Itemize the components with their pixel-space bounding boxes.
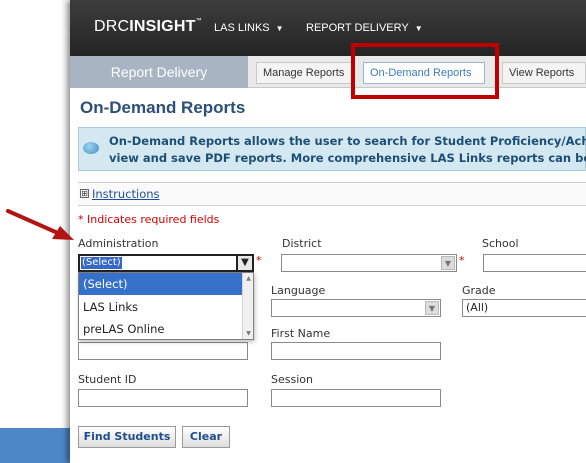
first-name-input[interactable] [271, 342, 441, 360]
scroll-down-icon[interactable]: ▼ [243, 328, 254, 339]
scroll-up-icon[interactable]: ▲ [243, 273, 254, 284]
session-input[interactable] [271, 389, 441, 407]
caret-down-icon: ▼ [414, 24, 423, 33]
info-message-box: On-Demand Reports allows the user to sea… [78, 127, 586, 171]
annotation-highlight-box [351, 43, 499, 99]
administration-dropdown-list: (Select) LAS Links preLAS Online ▲ ▼ [78, 272, 254, 340]
session-label: Session [271, 373, 313, 386]
logo-trademark: ™ [195, 18, 202, 24]
logo-drc-text: DRC [94, 18, 130, 35]
student-id-input[interactable] [78, 389, 248, 407]
page-title: On-Demand Reports [80, 98, 246, 117]
left-margin [0, 0, 70, 463]
required-asterisk: * [256, 254, 262, 267]
language-select[interactable]: ▼ [271, 299, 441, 317]
required-fields-note: * Indicates required fields [78, 213, 220, 226]
school-select[interactable] [483, 254, 586, 272]
required-asterisk: * [459, 254, 465, 267]
drc-insight-logo[interactable]: DRCINSIGHT™ [94, 18, 202, 36]
district-select[interactable]: ▼ [281, 254, 457, 272]
chevron-down-icon[interactable]: ▼ [236, 254, 254, 272]
dropdown-option-las-links[interactable]: LAS Links [79, 296, 243, 318]
dropdown-scrollbar[interactable]: ▲ ▼ [242, 273, 253, 339]
bottom-band-decoration [0, 428, 70, 463]
instructions-panel: ⊞ Instructions [78, 182, 586, 206]
logo-insight-text: INSIGHT [129, 18, 196, 35]
chevron-down-icon[interactable]: ▼ [441, 256, 455, 270]
sub-navigation-bar: Report Delivery Manage Reports On-Demand… [70, 56, 586, 88]
info-line-1: On-Demand Reports allows the user to sea… [109, 134, 586, 148]
info-line-2: view and save PDF reports. More comprehe… [109, 151, 586, 165]
tab-view-reports[interactable]: View Reports [502, 62, 586, 84]
grade-label: Grade [462, 284, 496, 297]
language-label: Language [271, 284, 326, 297]
school-label: School [482, 237, 519, 250]
app-window: DRCINSIGHT™ LAS LINKS ▼ REPORT DELIVERY ▼ … [70, 0, 586, 463]
first-name-label: First Name [271, 327, 331, 340]
nav-menu-report-delivery[interactable]: REPORT DELIVERY ▼ [306, 22, 423, 34]
caret-down-icon: ▼ [275, 24, 284, 33]
grade-select[interactable]: (All) [462, 299, 586, 317]
top-navigation-bar: DRCINSIGHT™ LAS LINKS ▼ REPORT DELIVERY ▼ [70, 0, 586, 56]
info-message-text: On-Demand Reports allows the user to sea… [109, 133, 586, 167]
dropdown-option-select[interactable]: (Select) [79, 273, 243, 295]
student-id-label: Student ID [78, 373, 137, 386]
grade-selected-value: (All) [466, 301, 489, 314]
clear-button[interactable]: Clear [182, 426, 230, 448]
administration-select[interactable]: (Select) ▼ [78, 254, 254, 272]
nav-menu-las-links[interactable]: LAS LINKS ▼ [214, 22, 284, 34]
nav-menu-label: REPORT DELIVERY [306, 22, 409, 34]
administration-selected-value: (Select) [81, 257, 122, 269]
expand-plus-icon[interactable]: ⊞ [80, 189, 89, 198]
chevron-down-icon[interactable]: ▼ [425, 301, 439, 315]
district-label: District [282, 237, 322, 250]
instructions-link[interactable]: Instructions [92, 187, 160, 201]
administration-label: Administration [78, 237, 159, 250]
dropdown-option-prelas-online[interactable]: preLAS Online [79, 318, 243, 340]
find-students-button[interactable]: Find Students [78, 426, 176, 448]
nav-menu-label: LAS LINKS [214, 22, 270, 34]
tab-manage-reports[interactable]: Manage Reports [256, 62, 352, 84]
section-title: Report Delivery [70, 56, 248, 88]
info-bubble-icon [83, 142, 99, 154]
last-name-input[interactable] [78, 342, 248, 360]
